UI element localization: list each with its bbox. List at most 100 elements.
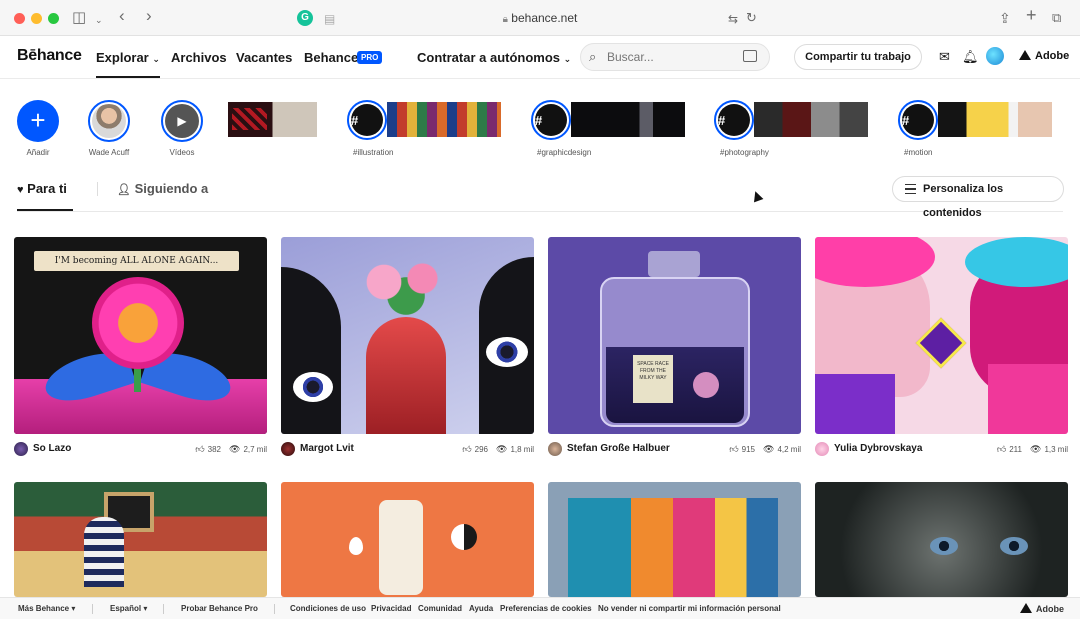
tag-photography-ring[interactable]: # bbox=[714, 100, 754, 140]
footer-no-sell[interactable]: No vender ni compartir mi información pe… bbox=[598, 604, 781, 613]
tabs-overview-icon[interactable]: ⧉ bbox=[1052, 8, 1061, 28]
nav-explore[interactable]: Explorar ⌄ bbox=[96, 50, 160, 78]
share-icon[interactable]: ⇪ bbox=[999, 8, 1011, 28]
footer-divider bbox=[274, 604, 275, 614]
pro-badge: PRO bbox=[357, 51, 383, 64]
project-thumbnail[interactable]: SPACE RACE FROM THE MILKY WAY bbox=[548, 237, 801, 434]
maximize-window-button[interactable] bbox=[48, 13, 59, 24]
search-input[interactable] bbox=[607, 48, 737, 66]
reload-icon[interactable]: ↻ bbox=[746, 8, 757, 28]
art-eye bbox=[930, 537, 958, 555]
chevron-down-icon: ⌄ bbox=[563, 54, 572, 64]
project-thumbnail[interactable] bbox=[281, 482, 534, 597]
reader-icon[interactable]: ▤ bbox=[324, 9, 335, 29]
address-bar[interactable]: 🔒︎ behance.net bbox=[400, 8, 680, 28]
art-banner: I'M becoming ALL ALONE AGAIN... bbox=[34, 251, 239, 271]
tab-for-you[interactable]: ♥ Para ti bbox=[17, 181, 73, 211]
avatar[interactable] bbox=[815, 442, 829, 456]
eye-icon: 👁︎ bbox=[763, 444, 775, 454]
search-icon: ⌕ bbox=[589, 49, 597, 64]
tag-illustration-label[interactable]: #illustration bbox=[353, 148, 393, 157]
project-stats: 👍︎ 211 👁︎ 1,3 mil bbox=[997, 444, 1068, 455]
project-thumbnail[interactable] bbox=[14, 482, 267, 597]
project-thumbnail[interactable]: I'M becoming ALL ALONE AGAIN... bbox=[14, 237, 267, 434]
grammarly-icon[interactable]: G bbox=[297, 10, 313, 26]
translate-icon[interactable]: ⇆ bbox=[728, 9, 738, 29]
owner-name[interactable]: Yulia Dybrovskaya bbox=[834, 443, 922, 454]
project-thumbnail[interactable] bbox=[815, 482, 1068, 597]
mail-icon[interactable]: ✉ bbox=[939, 49, 950, 65]
tag-photography-strip[interactable] bbox=[754, 102, 868, 137]
footer-more-behance[interactable]: Más Behance ▾ bbox=[18, 604, 75, 613]
project-card[interactable]: Yulia Dybrovskaya 👍︎ 211 👁︎ 1,3 mil bbox=[815, 237, 1068, 462]
back-icon[interactable]: ‹ bbox=[119, 6, 125, 26]
image-search-icon[interactable] bbox=[743, 50, 757, 62]
footer-privacy[interactable]: Privacidad bbox=[371, 604, 411, 613]
avatar[interactable] bbox=[281, 442, 295, 456]
tag-motion-strip[interactable] bbox=[938, 102, 1052, 137]
bell-icon[interactable]: 🔔︎ bbox=[962, 49, 979, 65]
chevron-down-icon[interactable]: ⌄ bbox=[95, 10, 103, 30]
tag-graphicdesign-strip[interactable] bbox=[571, 102, 685, 137]
videos-preview-strip[interactable] bbox=[228, 102, 317, 137]
personalize-label: Personaliza los contenidos bbox=[923, 183, 1004, 219]
art-shoulder bbox=[815, 374, 895, 434]
tag-illustration-strip[interactable] bbox=[387, 102, 501, 137]
project-card[interactable]: Margot Lvit 👍︎ 296 👁︎ 1,8 mil bbox=[281, 237, 534, 462]
story-add[interactable]: + Añadir bbox=[14, 100, 62, 157]
tag-motion-ring[interactable]: # bbox=[898, 100, 938, 140]
story-videos[interactable]: ▶ Vídeos bbox=[159, 100, 205, 157]
project-card[interactable]: SPACE RACE FROM THE MILKY WAY Stefan Gro… bbox=[548, 237, 801, 462]
sliders-icon bbox=[905, 184, 916, 194]
project-card[interactable]: I'M becoming ALL ALONE AGAIN... So Lazo … bbox=[14, 237, 267, 462]
nav-hire-freelancers[interactable]: Contratar a autónomos ⌄ bbox=[417, 50, 571, 65]
tag-photography-label[interactable]: #photography bbox=[720, 148, 769, 157]
tag-motion-label[interactable]: #motion bbox=[904, 148, 932, 157]
lock-icon: 🔒︎ bbox=[502, 14, 508, 25]
footer-terms[interactable]: Condiciones de uso bbox=[290, 604, 366, 613]
view-count: 2,7 mil bbox=[243, 445, 267, 454]
behance-logo[interactable]: Bēhance bbox=[17, 47, 82, 65]
adobe-link[interactable]: Adobe bbox=[1019, 50, 1069, 62]
chevron-down-icon: ⌄ bbox=[152, 54, 160, 64]
footer-cookies[interactable]: Preferencias de cookies bbox=[500, 604, 592, 613]
project-thumbnail[interactable] bbox=[815, 237, 1068, 434]
tag-illustration-ring[interactable]: # bbox=[347, 100, 387, 140]
footer-adobe[interactable]: Adobe bbox=[1020, 603, 1064, 614]
adobe-logo-icon bbox=[1020, 603, 1032, 613]
footer-language[interactable]: Español ▾ bbox=[110, 604, 147, 613]
close-window-button[interactable] bbox=[14, 13, 25, 24]
browser-toolbar: ◫ ⌄ ‹ › G ▤ 🔒︎ behance.net ⇆ ↻ ⇪ + ⧉ bbox=[0, 0, 1080, 36]
share-work-button[interactable]: Compartir tu trabajo bbox=[794, 44, 922, 70]
avatar[interactable] bbox=[14, 442, 28, 456]
tag-graphicdesign-ring[interactable]: # bbox=[531, 100, 571, 140]
footer-try-pro[interactable]: Probar Behance Pro bbox=[181, 604, 258, 613]
new-tab-icon[interactable]: + bbox=[1026, 5, 1037, 25]
sidebar-toggle-icon[interactable]: ◫ bbox=[72, 8, 86, 28]
owner-name[interactable]: Stefan Große Halbuer bbox=[567, 443, 670, 454]
footer-help[interactable]: Ayuda bbox=[469, 604, 493, 613]
forward-icon[interactable]: › bbox=[146, 6, 152, 26]
nav-behance-pro[interactable]: Behance bbox=[304, 50, 358, 65]
user-avatar[interactable] bbox=[986, 47, 1004, 65]
project-thumbnail[interactable] bbox=[548, 482, 801, 597]
tag-graphicdesign-label[interactable]: #graphicdesign bbox=[537, 148, 591, 157]
art-phone bbox=[379, 500, 423, 595]
tab-following[interactable]: 👤︎ Siguiendo a bbox=[117, 181, 208, 196]
hash-icon: # bbox=[535, 104, 567, 136]
art-bottle-liquid bbox=[606, 347, 744, 423]
nav-archives[interactable]: Archivos bbox=[171, 50, 227, 65]
project-thumbnail[interactable] bbox=[281, 237, 534, 434]
search-box[interactable]: ⌕ bbox=[580, 43, 770, 71]
story-videos-ring: ▶ bbox=[161, 100, 203, 142]
minimize-window-button[interactable] bbox=[31, 13, 42, 24]
nav-jobs[interactable]: Vacantes bbox=[236, 50, 292, 65]
story-user[interactable]: Wade Acuff bbox=[84, 100, 134, 157]
avatar[interactable] bbox=[548, 442, 562, 456]
owner-name[interactable]: Margot Lvit bbox=[300, 443, 354, 454]
eye-icon: 👁︎ bbox=[1030, 444, 1042, 454]
footer-community[interactable]: Comunidad bbox=[418, 604, 462, 613]
story-user-ring bbox=[88, 100, 130, 142]
owner-name[interactable]: So Lazo bbox=[33, 443, 71, 454]
personalize-button[interactable]: Personaliza los contenidos bbox=[892, 176, 1064, 219]
